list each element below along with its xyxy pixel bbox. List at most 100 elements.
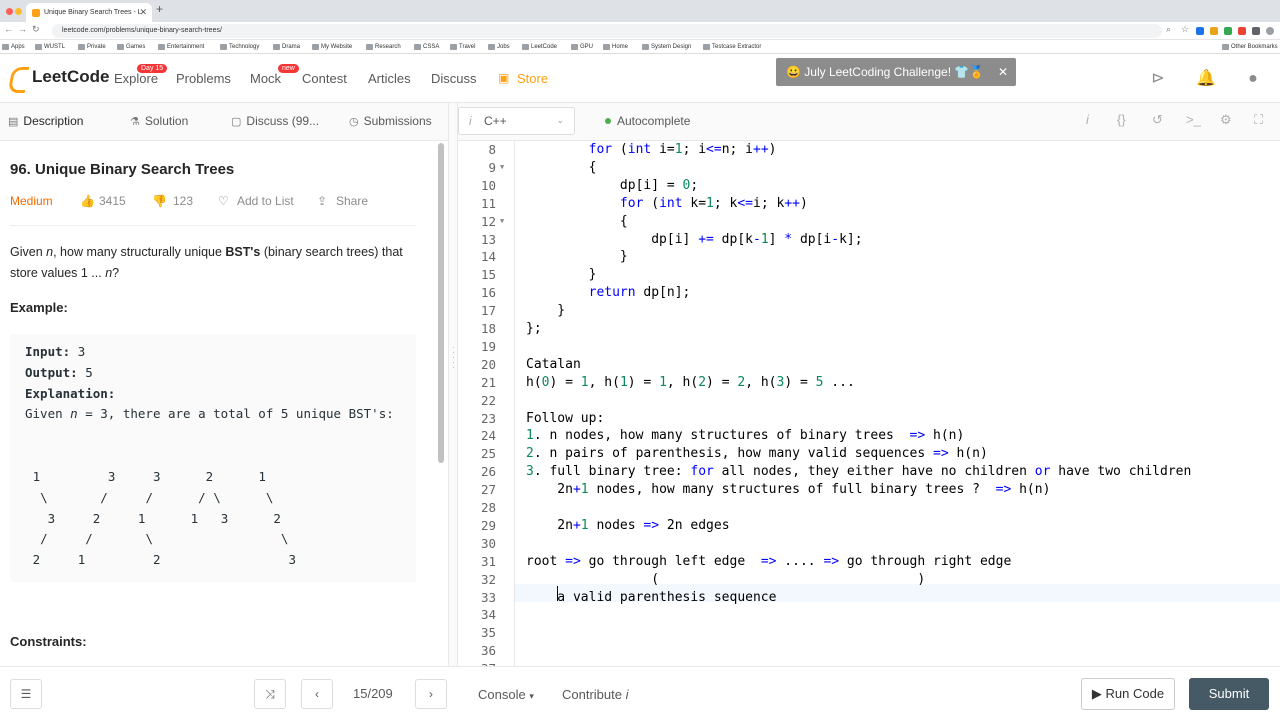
nav-mock[interactable]: Mock (250, 71, 281, 86)
bookmark-item[interactable]: System Design (642, 40, 691, 53)
contribute-link[interactable]: Contribute i (562, 687, 629, 702)
back-icon[interactable]: ← (4, 24, 13, 34)
nav-contest[interactable]: Contest (302, 71, 347, 86)
browser-tab-bar: Unique Binary Search Trees - L ✕ + (0, 0, 1280, 22)
shuffle-icon[interactable]: ⤨ (254, 679, 286, 709)
browser-tab[interactable]: Unique Binary Search Trees - L ✕ (26, 3, 152, 22)
autocomplete-toggle[interactable]: Autocomplete (605, 114, 690, 128)
thumbs-down-icon[interactable]: 👎 (152, 194, 167, 208)
code-line: for (int k=1; k<=i; k++) (619, 195, 808, 211)
settings-gear-icon[interactable]: ⚙ (1220, 112, 1232, 128)
close-window-icon[interactable] (6, 8, 13, 15)
zoom-icon[interactable]: ⌕ (1166, 24, 1171, 35)
terminal-icon[interactable]: >_ (1186, 112, 1201, 127)
user-avatar-icon[interactable]: ● (1243, 69, 1263, 89)
extension-icon[interactable] (1210, 27, 1218, 35)
new-tab-icon[interactable]: + (156, 2, 163, 16)
bookmark-item[interactable]: Travel (450, 40, 475, 53)
nav-articles[interactable]: Articles (368, 71, 411, 86)
minimize-window-icon[interactable] (15, 8, 22, 15)
bst-diagrams: 1 3 3 2 1 \ / / / \ \ 3 2 1 1 3 2 / / \ … (32, 469, 296, 568)
explore-badge: Day 15 (137, 64, 168, 73)
tab-description[interactable]: ▤ Description (8, 114, 83, 128)
language-select[interactable]: i C++ ⌄ (458, 107, 575, 135)
line-number: 30 (480, 535, 496, 551)
tab-submissions[interactable]: ◷ Submissions (349, 114, 432, 128)
challenge-banner[interactable]: 😀 July LeetCoding Challenge! 👕🏅 ✕ (776, 58, 1016, 86)
bookmark-item[interactable]: Technology (220, 40, 259, 53)
code-line: } (526, 303, 566, 319)
notification-bell-icon[interactable]: 🔔 (1196, 69, 1216, 89)
line-number: 13 (480, 231, 496, 247)
difficulty-label: Medium (10, 194, 53, 208)
reset-icon[interactable]: ↺ (1152, 112, 1163, 128)
reload-icon[interactable]: ↻ (32, 24, 40, 35)
bookmark-item[interactable]: Testcase Extractor (703, 40, 761, 53)
bookmarks-bar: Apps WUSTL Private Games Entertainment T… (0, 40, 1280, 54)
share-button[interactable]: Share (336, 194, 368, 208)
line-number: 16 (480, 285, 496, 301)
prev-problem-button[interactable]: ‹ (301, 679, 333, 709)
bookmark-item[interactable]: Apps (2, 40, 25, 53)
profile-icon[interactable] (1266, 27, 1274, 35)
nav-explore[interactable]: Explore (114, 71, 158, 86)
info-icon[interactable]: i (1086, 112, 1089, 127)
bookmark-item[interactable]: CSSA (414, 40, 439, 53)
fullscreen-icon[interactable]: ⛶ (1254, 112, 1263, 128)
nav-store[interactable]: Store (517, 71, 548, 86)
code-line: 2n+1 nodes => 2n edges (526, 517, 730, 533)
bookmark-item[interactable]: WUSTL (35, 40, 65, 53)
thumbs-up-icon[interactable]: 👍 (80, 194, 95, 208)
add-to-list-button[interactable]: Add to List (237, 194, 294, 208)
nav-problems[interactable]: Problems (176, 71, 231, 86)
bookmark-item[interactable]: Games (117, 40, 145, 53)
leetcode-logo[interactable]: LeetCode (10, 67, 109, 87)
next-problem-button[interactable]: › (415, 679, 447, 709)
tab-solution[interactable]: ⚗ Solution (130, 114, 188, 128)
bookmark-item[interactable]: Other Bookmarks (1222, 40, 1278, 53)
bookmark-item[interactable]: Jobs (488, 40, 510, 53)
tab-discuss[interactable]: ▢ Discuss (99... (231, 114, 319, 128)
bookmark-item[interactable]: Research (366, 40, 401, 53)
close-tab-icon[interactable]: ✕ (139, 3, 147, 22)
dislike-count: 123 (173, 194, 194, 208)
extensions-puzzle-icon[interactable] (1252, 27, 1260, 35)
bookmark-star-icon[interactable]: ☆ (1181, 24, 1189, 35)
problem-list-icon[interactable]: ☰ (10, 679, 42, 709)
mock-new-badge: new (278, 64, 299, 73)
run-code-button[interactable]: ▶ Run Code (1081, 678, 1175, 710)
line-number: 29 (480, 517, 496, 533)
forward-icon[interactable]: → (18, 24, 27, 34)
url-field[interactable]: leetcode.com/problems/unique-binary-sear… (52, 24, 1162, 38)
extension-icon[interactable] (1224, 27, 1232, 35)
extension-icon[interactable] (1238, 27, 1246, 35)
close-banner-icon[interactable]: ✕ (998, 58, 1008, 86)
code-braces-icon[interactable]: {} (1117, 112, 1126, 127)
code-editor[interactable]: 8 9 ▼ 10 11 12 ▼ 13 14 15 16 17 18 19 20 21 22 23 24 25 26 27… (458, 141, 1280, 666)
description-scrollbar[interactable] (438, 143, 444, 463)
code-line: { (526, 159, 597, 175)
clock-icon: ◷ (349, 116, 359, 128)
bookmark-item[interactable]: GPU (571, 40, 593, 53)
line-number: 17 (480, 303, 496, 319)
bookmark-item[interactable]: LeetCode (522, 40, 557, 53)
console-toggle[interactable]: Console ▾ (478, 687, 534, 702)
fold-arrow-icon[interactable]: ▼ (500, 159, 504, 177)
bookmark-item[interactable]: Drama (273, 40, 300, 53)
panel-resize-handle[interactable]: · · · · · (448, 103, 458, 666)
line-number: 12 (480, 213, 496, 229)
bookmark-item[interactable]: Entertainment (158, 40, 204, 53)
line-number: 20 (480, 356, 496, 372)
problem-pager: 15/209 (353, 686, 393, 701)
extension-icon[interactable] (1196, 27, 1204, 35)
code-line: } (526, 267, 597, 283)
bookmark-item[interactable]: My Website (312, 40, 352, 53)
playground-icon[interactable]: ⊳ (1148, 69, 1168, 89)
bookmark-item[interactable]: Home (603, 40, 628, 53)
bookmark-item[interactable]: Private (78, 40, 106, 53)
code-line: } (526, 249, 628, 265)
heart-icon: ♡ (218, 194, 229, 208)
submit-button[interactable]: Submit (1189, 678, 1269, 710)
fold-arrow-icon[interactable]: ▼ (500, 213, 504, 231)
nav-discuss[interactable]: Discuss (431, 71, 477, 86)
